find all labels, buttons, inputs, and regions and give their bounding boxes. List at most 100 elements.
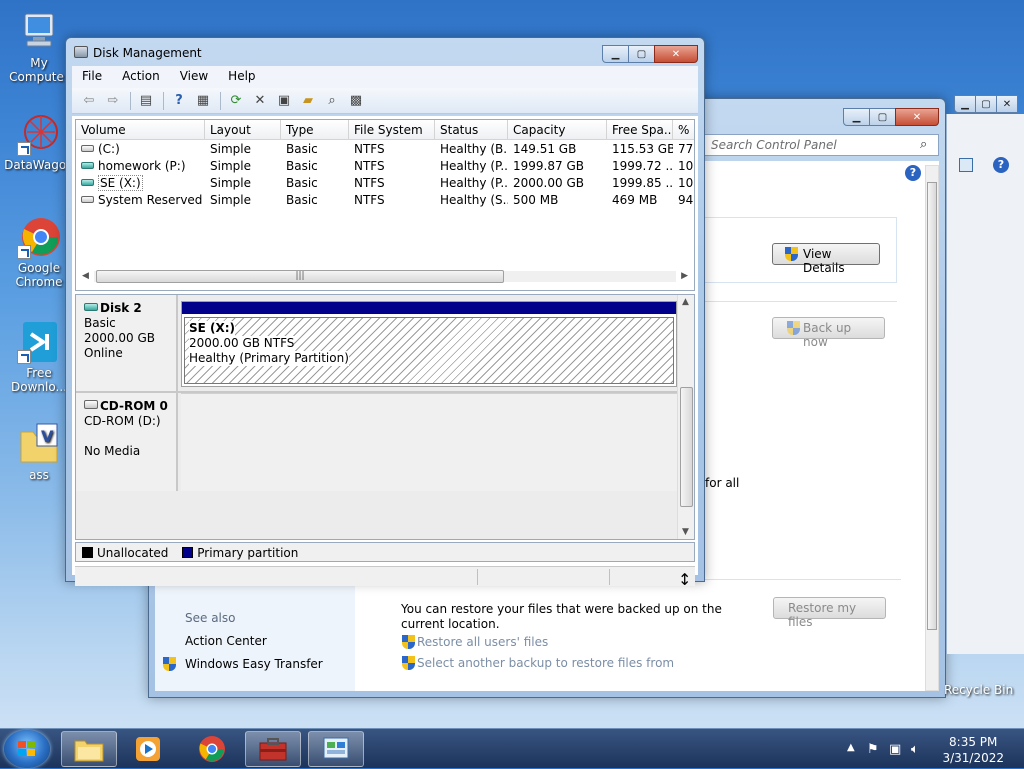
minimize-button[interactable]: ▁ <box>843 108 870 126</box>
scroll-up-icon[interactable]: ▲ <box>682 297 689 307</box>
view-details-button[interactable]: View Details <box>772 243 880 275</box>
for-all-text: for all <box>705 476 740 490</box>
taskbar-control-panel[interactable] <box>308 731 364 767</box>
scroll-left-icon[interactable]: ◀ <box>82 271 89 281</box>
menu-help[interactable]: Help <box>218 66 265 88</box>
network-icon[interactable]: ▣ <box>889 742 901 757</box>
help-icon[interactable]: ? <box>905 165 921 181</box>
shield-icon <box>402 656 415 670</box>
start-button[interactable] <box>4 730 50 768</box>
system-tray: ▲ ⚑ ▣ 🔈︎ 8:35 PM 3/31/2022 <box>839 729 1024 769</box>
legend: Unallocated Primary partition <box>75 542 695 562</box>
volume-list[interactable]: Volume Layout Type File System Status Ca… <box>75 119 695 291</box>
maximize-button[interactable]: ▢ <box>975 95 997 113</box>
help-icon[interactable]: ? <box>168 92 190 110</box>
cdrom-0-label[interactable]: CD-ROM 0 CD-ROM (D:) No Media <box>76 393 178 491</box>
menu-file[interactable]: File <box>72 66 112 88</box>
back-up-now-button[interactable]: Back up now <box>772 317 885 349</box>
desktop-icon-label: My Computer <box>9 56 69 84</box>
toolbox-icon <box>259 738 287 761</box>
maximize-button[interactable]: ▢ <box>869 108 896 126</box>
desktop-icon-label: Free Downlo... <box>11 366 67 394</box>
properties-pane-icon[interactable]: ▦ <box>192 92 214 110</box>
background-window-controls: ▁ ▢ ✕ <box>954 95 1018 113</box>
menu-action[interactable]: Action <box>112 66 170 88</box>
open-folder-icon[interactable]: ▰ <box>297 92 319 110</box>
vertical-scrollbar[interactable] <box>925 165 939 691</box>
horizontal-scrollbar[interactable]: ◀ ||| ▶ <box>78 268 692 284</box>
disk-graphical-view[interactable]: Disk 2 Basic 2000.00 GB Online SE (X:) 2… <box>75 294 695 540</box>
menu-bar: File Action View Help <box>72 66 698 88</box>
column-header-status[interactable]: Status <box>435 120 508 140</box>
divider <box>701 301 897 302</box>
chrome-icon <box>17 215 61 259</box>
select-another-backup-link[interactable]: Select another backup to restore files f… <box>417 656 674 670</box>
close-button[interactable]: ✕ <box>654 45 698 63</box>
show-hidden-icons-icon[interactable]: ▲ <box>847 742 855 753</box>
column-header-type[interactable]: Type <box>281 120 349 140</box>
scroll-down-icon[interactable]: ▼ <box>682 527 689 537</box>
back-arrow-icon[interactable]: ⇦ <box>78 92 100 110</box>
scroll-right-icon[interactable]: ▶ <box>681 271 688 281</box>
shortcut-arrow-icon <box>17 350 31 364</box>
properties-icon[interactable]: ▣ <box>273 92 295 110</box>
delete-icon[interactable]: ✕ <box>249 92 271 110</box>
disk-management-icon <box>74 46 88 58</box>
recycle-bin-label[interactable]: Recycle Bin <box>944 683 1013 697</box>
search-input[interactable]: Search Control Panel <box>704 134 939 156</box>
shield-icon <box>787 321 800 335</box>
help-icon[interactable]: ? <box>993 157 1009 173</box>
desktop-icon-label: DataWagon <box>4 158 74 172</box>
partition-se-x[interactable]: SE (X:) 2000.00 GB NTFS Healthy (Primary… <box>181 301 677 387</box>
volume-icon[interactable]: 🔈︎ <box>911 742 919 757</box>
computer-icon <box>17 10 61 54</box>
clock[interactable]: 8:35 PM 3/31/2022 <box>942 734 1004 766</box>
legend-swatch-unallocated <box>82 547 93 558</box>
drive-icon <box>81 145 94 152</box>
scrollbar-thumb[interactable] <box>680 387 693 507</box>
partition-body: SE (X:) 2000.00 GB NTFS Healthy (Primary… <box>184 317 674 384</box>
taskbar-chrome[interactable] <box>184 731 240 767</box>
minimize-button[interactable]: ▁ <box>602 45 629 63</box>
control-panel-icon <box>323 737 349 759</box>
vertical-scrollbar[interactable]: ▲ ▼ <box>677 295 694 539</box>
restore-my-files-button[interactable]: Restore my files <box>773 597 886 629</box>
shortcut-arrow-icon <box>17 142 31 156</box>
column-header-file-system[interactable]: File System <box>349 120 435 140</box>
menu-view[interactable]: View <box>170 66 218 88</box>
minimize-button[interactable]: ▁ <box>954 95 976 113</box>
column-header-free-space[interactable]: Free Spa... <box>607 120 673 140</box>
forward-arrow-icon[interactable]: ⇨ <box>102 92 124 110</box>
scrollbar-thumb[interactable]: ||| <box>96 270 504 283</box>
close-button[interactable]: ✕ <box>895 108 939 126</box>
status-bar <box>75 566 695 586</box>
chrome-icon <box>199 736 225 762</box>
background-window-edge: ? <box>946 114 1024 654</box>
window-title: Disk Management <box>93 46 202 60</box>
title-bar[interactable]: Disk Management ▁ ▢ ✕ <box>66 38 704 64</box>
explore-icon[interactable]: ⌕ <box>321 92 343 110</box>
view-icon[interactable] <box>959 158 973 172</box>
column-header-layout[interactable]: Layout <box>205 120 281 140</box>
settings-icon[interactable]: ▩ <box>345 92 367 110</box>
taskbar-media-player[interactable] <box>120 731 176 767</box>
windows-easy-transfer-link[interactable]: Windows Easy Transfer <box>185 657 323 671</box>
refresh-icon[interactable]: ⟳ <box>225 92 247 110</box>
restore-all-users-link[interactable]: Restore all users' files <box>417 635 548 649</box>
action-center-link[interactable]: Action Center <box>185 634 267 648</box>
column-header-volume[interactable]: Volume <box>76 120 205 140</box>
column-header-percent-free[interactable]: % F <box>673 120 694 140</box>
disk-management-window[interactable]: Disk Management ▁ ▢ ✕ File Action View H… <box>65 37 705 586</box>
shield-icon <box>163 657 176 671</box>
search-icon[interactable]: ⌕ <box>920 137 927 152</box>
close-button[interactable]: ✕ <box>996 95 1018 113</box>
column-header-capacity[interactable]: Capacity <box>508 120 607 140</box>
maximize-button[interactable]: ▢ <box>628 45 655 63</box>
desktop-icon-label: ass <box>29 468 49 482</box>
see-also-label: See also <box>185 611 236 625</box>
disk-2-label[interactable]: Disk 2 Basic 2000.00 GB Online <box>76 295 178 391</box>
show-hide-tree-icon[interactable]: ▤ <box>135 92 157 110</box>
taskbar-toolbox[interactable] <box>245 731 301 767</box>
action-center-flag-icon[interactable]: ⚑ <box>867 742 879 757</box>
taskbar-explorer[interactable] <box>61 731 117 767</box>
